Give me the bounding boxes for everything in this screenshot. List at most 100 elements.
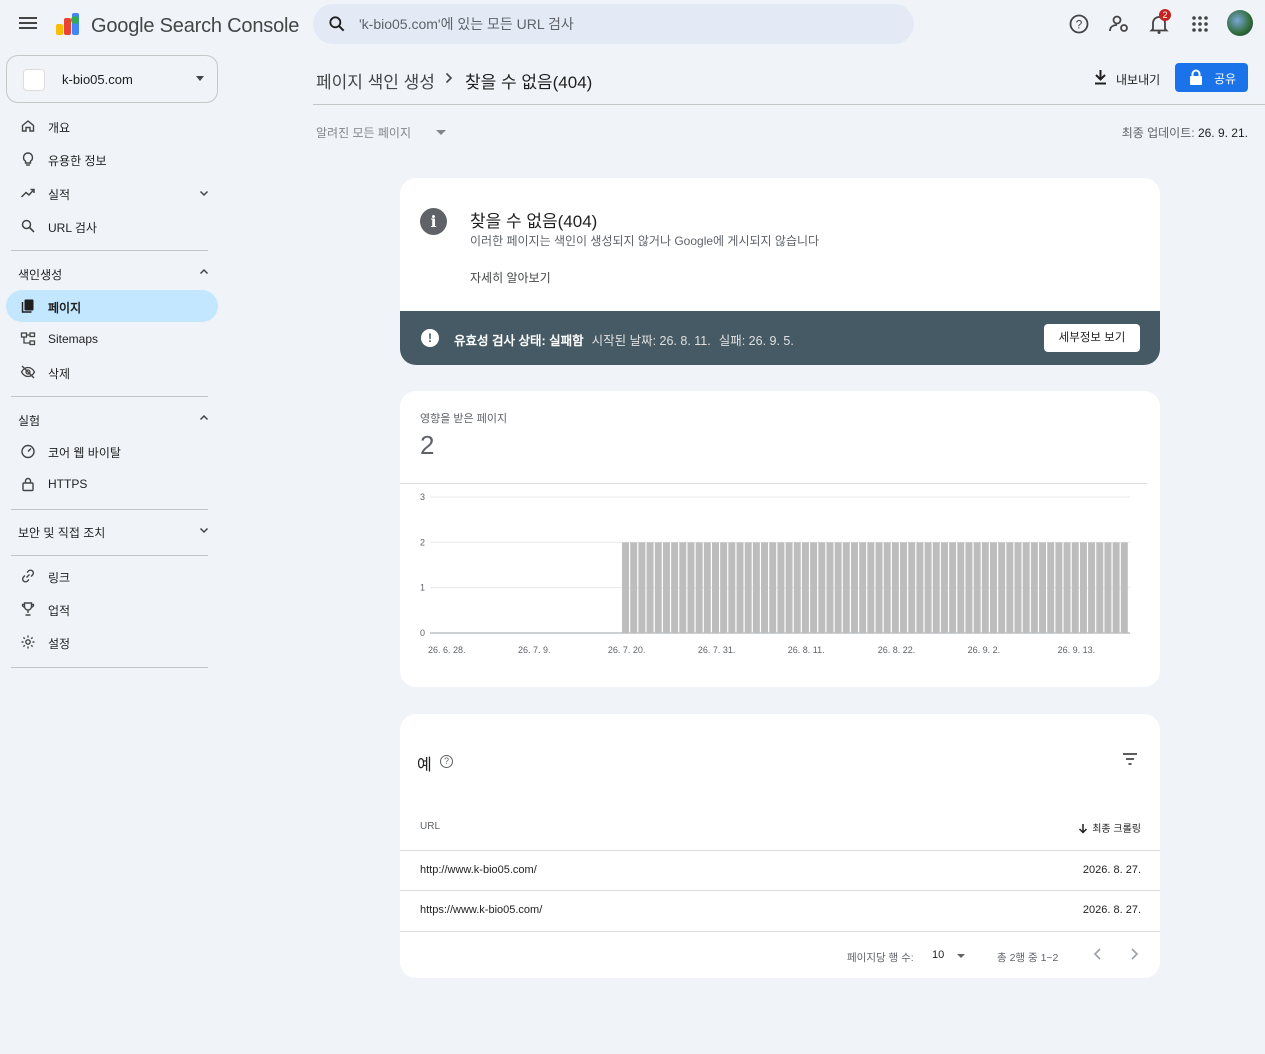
svg-text:?: ? [1076,18,1083,32]
sidebar-item-url-inspection[interactable]: URL 검사 [6,210,218,242]
sidebar-item-achievements[interactable]: 업적 [6,593,218,625]
chart-bar [875,542,883,633]
chart-bar [859,542,867,633]
chart-bar [712,542,719,633]
chevron-up-icon [199,268,209,275]
export-button[interactable]: 내보내기 [1090,66,1166,90]
chart-bar [638,542,646,633]
manage-users-icon[interactable] [1107,12,1131,36]
sidebar-item-insights[interactable]: 유용한 정보 [6,143,218,175]
see-details-button[interactable]: 세부정보 보기 [1044,324,1140,352]
chart-bar [679,542,687,633]
section-label: 실험 [18,414,41,428]
chart-bar [728,542,736,633]
property-selector[interactable]: k-bio05.com [6,55,218,103]
arrow-down-icon [1079,824,1088,834]
chevron-down-icon [199,190,209,197]
sidebar-item-sitemaps[interactable]: Sitemaps [6,323,218,355]
sidebar-item-settings[interactable]: 설정 [6,626,218,658]
next-page-icon[interactable] [1124,944,1144,964]
sidebar-item-performance[interactable]: 실적 [6,177,218,209]
info-icon: i [420,208,447,235]
chart-bar [851,542,858,633]
apps-grid-icon[interactable] [1188,12,1212,36]
chart-bar [1055,542,1063,633]
page-filter-dropdown[interactable]: 알려진 모든 페이지 [316,120,451,142]
issue-title: 찾을 수 없음(404) [470,212,598,231]
chart-bar [785,542,793,633]
chart-bar [687,542,695,633]
sidebar-item-label: 페이지 [48,301,82,315]
table-row[interactable]: https://www.k-bio05.com/ 2026. 8. 27. [400,890,1160,930]
chart-bar [965,542,973,633]
learn-more-link[interactable]: 자세히 알아보기 [470,269,551,286]
sidebar-divider [11,555,208,556]
validation-status-bar: ! 유효성 검사 상태: 실패함 시작된 날짜: 26. 8. 11. 실패: 26… [400,311,1160,365]
sidebar-item-label: 개요 [48,121,71,135]
sidebar-section-security[interactable]: 보안 및 직접 조치 [6,514,218,546]
search-input[interactable] [359,4,899,44]
chart-bar [818,542,826,633]
affected-pages-card: 영향을 받은 페이지 2 0 1 2 3 26. 6. 28. 26. 7. 9. 26. … [400,391,1160,687]
column-header-label: 최종 크롤링 [1092,824,1141,835]
chart-bar [1120,542,1128,633]
x-tick-label: 26. 9. 13. [1058,645,1096,655]
help-icon[interactable]: ? [440,755,453,768]
sidebar-section-indexing[interactable]: 색인생성 [6,256,218,288]
rows-per-page-select[interactable]: 10 [932,946,970,964]
previous-page-icon[interactable] [1088,944,1108,964]
sidebar-item-label: 업적 [48,604,71,618]
chart-bar [990,542,997,633]
sidebar-item-overview[interactable]: 개요 [6,110,218,142]
x-tick-label: 26. 6. 28. [428,645,466,655]
chart-bar [834,542,842,633]
help-icon[interactable]: ? [1067,12,1091,36]
column-header-last-crawled[interactable]: 최종 크롤링 [1078,820,1141,835]
filter-icon[interactable] [1121,750,1139,768]
y-tick-label: 3 [420,492,425,502]
sidebar-item-core-web-vitals[interactable]: 코어 웹 바이탈 [6,435,218,467]
caret-down-icon [196,76,204,81]
row-divider [400,931,1160,932]
last-updated-value: 26. 9. 21. [1197,126,1248,140]
caret-down-icon [957,954,965,958]
share-label: 공유 [1214,72,1237,86]
section-label: 색인생성 [18,268,63,282]
chart-bar [842,542,850,633]
sidebar-section-experience[interactable]: 실험 [6,402,218,434]
url-inspect-search[interactable] [313,4,914,44]
validation-status-text: 유효성 검사 상태: 실패함 시작된 날짜: 26. 8. 11. 실패: 26. … [454,330,794,349]
chart-bar [761,542,769,633]
sidebar-item-https[interactable]: HTTPS [6,468,218,500]
share-button[interactable]: 공유 [1175,63,1248,92]
sidebar-divider [11,509,208,510]
gear-icon [21,635,35,649]
chart-bar [1104,542,1112,633]
chevron-down-icon [199,527,209,534]
chart-bar [1030,542,1038,633]
examples-title: 예 [417,757,432,774]
affected-pages-chart: 0 1 2 3 26. 6. 28. 26. 7. 9. 26. 7. 20. 26. 7. … [420,492,1130,655]
chart-bar [654,542,662,633]
validation-started: 시작된 날짜: 26. 8. 11. [591,334,711,348]
sidebar-item-label: 링크 [48,571,71,585]
y-tick-label: 0 [420,628,425,638]
sidebar-item-label: 실적 [48,188,71,202]
sidebar-item-links[interactable]: 링크 [6,560,218,592]
breadcrumb-parent[interactable]: 페이지 색인 생성 [316,68,435,93]
chart-bar [1022,542,1030,633]
y-tick-label: 2 [420,537,425,547]
account-avatar[interactable] [1227,10,1253,36]
header-divider [313,104,1265,105]
menu-icon[interactable] [18,14,38,34]
x-tick-label: 26. 8. 22. [878,645,916,655]
sidebar-item-removals[interactable]: 삭제 [6,356,218,388]
table-row[interactable]: http://www.k-bio05.com/ 2026. 8. 27. [400,850,1160,890]
search-icon [329,16,345,32]
app-brand: Google Search Console [91,15,300,37]
chart-bar [1039,542,1047,633]
chart-bar [973,542,981,633]
lightbulb-icon [22,152,34,166]
row-last-crawled: 2026. 8. 27. [1082,904,1141,916]
sidebar-item-pages[interactable]: 페이지 [6,290,218,322]
